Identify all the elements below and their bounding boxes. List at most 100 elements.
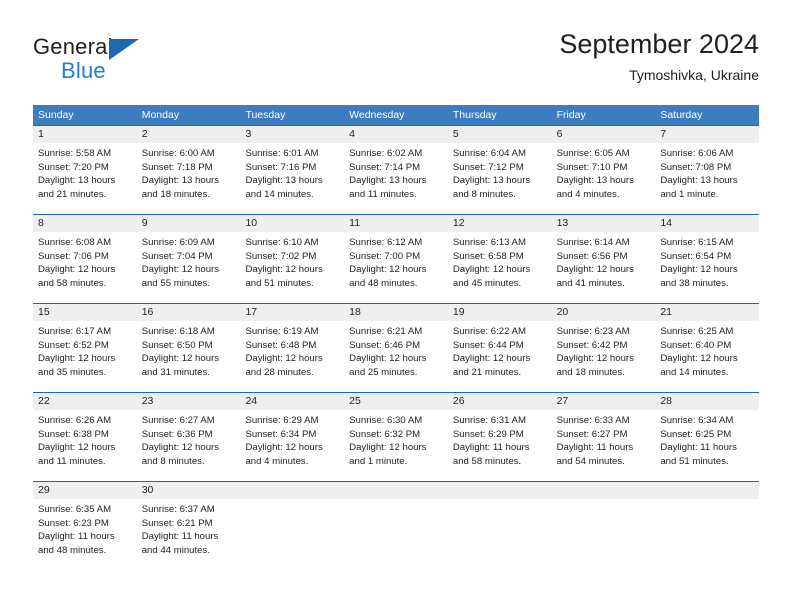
- week-row: 22 Sunrise: 6:26 AM Sunset: 6:38 PM Dayl…: [33, 392, 760, 481]
- day-cell[interactable]: 6 Sunrise: 6:05 AM Sunset: 7:10 PM Dayli…: [551, 126, 656, 214]
- day-cell[interactable]: 11 Sunrise: 6:12 AM Sunset: 7:00 PM Dayl…: [344, 215, 448, 303]
- day-cell[interactable]: 8 Sunrise: 6:08 AM Sunset: 7:06 PM Dayli…: [33, 215, 137, 303]
- day-cell[interactable]: 15 Sunrise: 6:17 AM Sunset: 6:52 PM Dayl…: [33, 304, 137, 392]
- day-cell[interactable]: 5 Sunrise: 6:04 AM Sunset: 7:12 PM Dayli…: [447, 126, 552, 214]
- day-cell[interactable]: 22 Sunrise: 6:26 AM Sunset: 6:38 PM Dayl…: [33, 393, 137, 481]
- day-cell[interactable]: 18 Sunrise: 6:21 AM Sunset: 6:46 PM Dayl…: [344, 304, 448, 392]
- daylight-text-line2: and 55 minutes.: [141, 277, 210, 289]
- day-cell[interactable]: 24 Sunrise: 6:29 AM Sunset: 6:34 PM Dayl…: [240, 393, 345, 481]
- day-cell[interactable]: 30 Sunrise: 6:37 AM Sunset: 6:21 PM Dayl…: [136, 482, 241, 570]
- day-cell[interactable]: 20 Sunrise: 6:23 AM Sunset: 6:42 PM Dayl…: [551, 304, 656, 392]
- weekday-header-friday: Friday: [556, 109, 586, 121]
- daylight-text-line2: and 21 minutes.: [452, 366, 522, 378]
- calendar-grid: Sunday Monday Tuesday Wednesday Thursday…: [33, 105, 760, 570]
- daylight-text-line1: Daylight: 12 hours: [452, 353, 531, 365]
- sunrise-text: Sunrise: 6:05 AM: [556, 148, 630, 159]
- sunrise-text: Sunrise: 6:29 AM: [245, 415, 319, 426]
- daylight-text-line2: and 38 minutes.: [660, 277, 729, 289]
- sunset-text: Sunset: 6:25 PM: [660, 428, 732, 440]
- weekday-header-row: Sunday Monday Tuesday Wednesday Thursday…: [33, 105, 759, 125]
- day-number: 28: [655, 393, 760, 410]
- sunrise-text: Sunrise: 6:06 AM: [660, 148, 734, 159]
- daylight-text-line2: and 4 minutes.: [245, 455, 309, 467]
- day-details: Sunrise: 6:30 AM Sunset: 6:32 PM Dayligh…: [344, 410, 448, 468]
- day-details: Sunrise: 6:17 AM Sunset: 6:52 PM Dayligh…: [33, 321, 137, 379]
- day-details: Sunrise: 6:09 AM Sunset: 7:04 PM Dayligh…: [137, 232, 241, 290]
- day-details: Sunrise: 6:22 AM Sunset: 6:44 PM Dayligh…: [448, 321, 552, 379]
- daylight-text-line2: and 51 minutes.: [660, 455, 729, 467]
- day-details: Sunrise: 6:37 AM Sunset: 6:21 PM Dayligh…: [137, 499, 241, 557]
- day-number: 17: [240, 304, 345, 321]
- daylight-text-line2: and 58 minutes.: [38, 277, 107, 289]
- sunset-text: Sunset: 6:50 PM: [141, 339, 213, 351]
- day-cell[interactable]: 4 Sunrise: 6:02 AM Sunset: 7:14 PM Dayli…: [344, 126, 448, 214]
- sunrise-text: Sunrise: 6:26 AM: [38, 415, 112, 426]
- day-number: 4: [344, 126, 448, 143]
- day-number: 26: [447, 393, 552, 410]
- day-details: Sunrise: 6:35 AM Sunset: 6:23 PM Dayligh…: [33, 499, 137, 557]
- day-details: Sunrise: 6:19 AM Sunset: 6:48 PM Dayligh…: [240, 321, 344, 379]
- day-cell[interactable]: 12 Sunrise: 6:13 AM Sunset: 6:58 PM Dayl…: [447, 215, 552, 303]
- day-cell[interactable]: 10 Sunrise: 6:10 AM Sunset: 7:02 PM Dayl…: [240, 215, 345, 303]
- day-cell[interactable]: 17 Sunrise: 6:19 AM Sunset: 6:48 PM Dayl…: [240, 304, 345, 392]
- day-cell[interactable]: 7 Sunrise: 6:06 AM Sunset: 7:08 PM Dayli…: [655, 126, 760, 214]
- sunrise-text: Sunrise: 6:21 AM: [349, 326, 423, 337]
- daylight-text-line2: and 11 minutes.: [38, 455, 106, 467]
- day-cell[interactable]: 26 Sunrise: 6:31 AM Sunset: 6:29 PM Dayl…: [447, 393, 552, 481]
- sunrise-text: Sunrise: 6:02 AM: [349, 148, 423, 159]
- day-cell[interactable]: 29 Sunrise: 6:35 AM Sunset: 6:23 PM Dayl…: [33, 482, 137, 570]
- day-cell[interactable]: 13 Sunrise: 6:14 AM Sunset: 6:56 PM Dayl…: [551, 215, 656, 303]
- sunrise-text: Sunrise: 6:35 AM: [38, 504, 112, 515]
- day-cell[interactable]: 16 Sunrise: 6:18 AM Sunset: 6:50 PM Dayl…: [136, 304, 241, 392]
- weekday-header-monday: Monday: [141, 109, 180, 121]
- daylight-text-line2: and 51 minutes.: [245, 277, 314, 289]
- sunset-text: Sunset: 7:20 PM: [38, 161, 109, 173]
- daylight-text-line1: Daylight: 12 hours: [38, 442, 116, 454]
- daylight-text-line1: Daylight: 12 hours: [245, 264, 323, 276]
- day-cell[interactable]: 2 Sunrise: 6:00 AM Sunset: 7:18 PM Dayli…: [136, 126, 241, 214]
- daylight-text-line2: and 18 minutes.: [556, 366, 625, 378]
- day-number: 9: [136, 215, 241, 232]
- sunrise-text: Sunrise: 6:12 AM: [349, 237, 423, 248]
- day-cell[interactable]: 19 Sunrise: 6:22 AM Sunset: 6:44 PM Dayl…: [447, 304, 552, 392]
- daylight-text-line1: Daylight: 11 hours: [141, 531, 219, 543]
- day-details: Sunrise: 6:34 AM Sunset: 6:25 PM Dayligh…: [655, 410, 759, 468]
- day-details: Sunrise: 6:15 AM Sunset: 6:54 PM Dayligh…: [655, 232, 759, 290]
- day-cell[interactable]: 27 Sunrise: 6:33 AM Sunset: 6:27 PM Dayl…: [551, 393, 656, 481]
- triangle-icon: [109, 39, 139, 60]
- day-number: 27: [551, 393, 656, 410]
- sunrise-text: Sunrise: 6:10 AM: [245, 237, 319, 248]
- day-cell[interactable]: 3 Sunrise: 6:01 AM Sunset: 7:16 PM Dayli…: [240, 126, 345, 214]
- day-cell[interactable]: 1 Sunrise: 5:58 AM Sunset: 7:20 PM Dayli…: [33, 126, 137, 214]
- day-cell[interactable]: 21 Sunrise: 6:25 AM Sunset: 6:40 PM Dayl…: [655, 304, 760, 392]
- daylight-text-line2: and 1 minute.: [660, 188, 719, 200]
- sunrise-text: Sunrise: 6:09 AM: [141, 237, 215, 248]
- daylight-text-line2: and 1 minute.: [349, 455, 408, 467]
- day-number: 23: [136, 393, 241, 410]
- week-row: 15 Sunrise: 6:17 AM Sunset: 6:52 PM Dayl…: [33, 303, 760, 392]
- daylight-text-line1: Daylight: 11 hours: [452, 442, 530, 454]
- daylight-text-line2: and 14 minutes.: [660, 366, 729, 378]
- brand-name-general: General: [33, 34, 113, 59]
- weekday-header-sunday: Sunday: [38, 109, 74, 121]
- sunset-text: Sunset: 6:34 PM: [245, 428, 317, 440]
- calendar-page: General Blue September 2024 Tymoshivka, …: [0, 0, 792, 612]
- brand-logo[interactable]: General Blue: [33, 34, 233, 90]
- daylight-text-line1: Daylight: 12 hours: [452, 264, 531, 276]
- sunrise-text: Sunrise: 6:13 AM: [452, 237, 526, 248]
- day-cell[interactable]: 9 Sunrise: 6:09 AM Sunset: 7:04 PM Dayli…: [136, 215, 241, 303]
- sunset-text: Sunset: 6:40 PM: [660, 339, 732, 351]
- day-cell[interactable]: 28 Sunrise: 6:34 AM Sunset: 6:25 PM Dayl…: [655, 393, 760, 481]
- day-details: Sunrise: 6:33 AM Sunset: 6:27 PM Dayligh…: [552, 410, 656, 468]
- day-details: Sunrise: 6:01 AM Sunset: 7:16 PM Dayligh…: [240, 143, 344, 201]
- day-number: 8: [33, 215, 137, 232]
- sunset-text: Sunset: 6:56 PM: [556, 250, 628, 262]
- day-cell[interactable]: 25 Sunrise: 6:30 AM Sunset: 6:32 PM Dayl…: [344, 393, 448, 481]
- weekday-header-thursday: Thursday: [452, 109, 497, 121]
- day-number: [551, 482, 656, 499]
- day-number: 15: [33, 304, 137, 321]
- daylight-text-line1: Daylight: 12 hours: [556, 353, 634, 365]
- day-cell[interactable]: 14 Sunrise: 6:15 AM Sunset: 6:54 PM Dayl…: [655, 215, 760, 303]
- day-details: Sunrise: 6:31 AM Sunset: 6:29 PM Dayligh…: [448, 410, 552, 468]
- day-cell[interactable]: 23 Sunrise: 6:27 AM Sunset: 6:36 PM Dayl…: [136, 393, 241, 481]
